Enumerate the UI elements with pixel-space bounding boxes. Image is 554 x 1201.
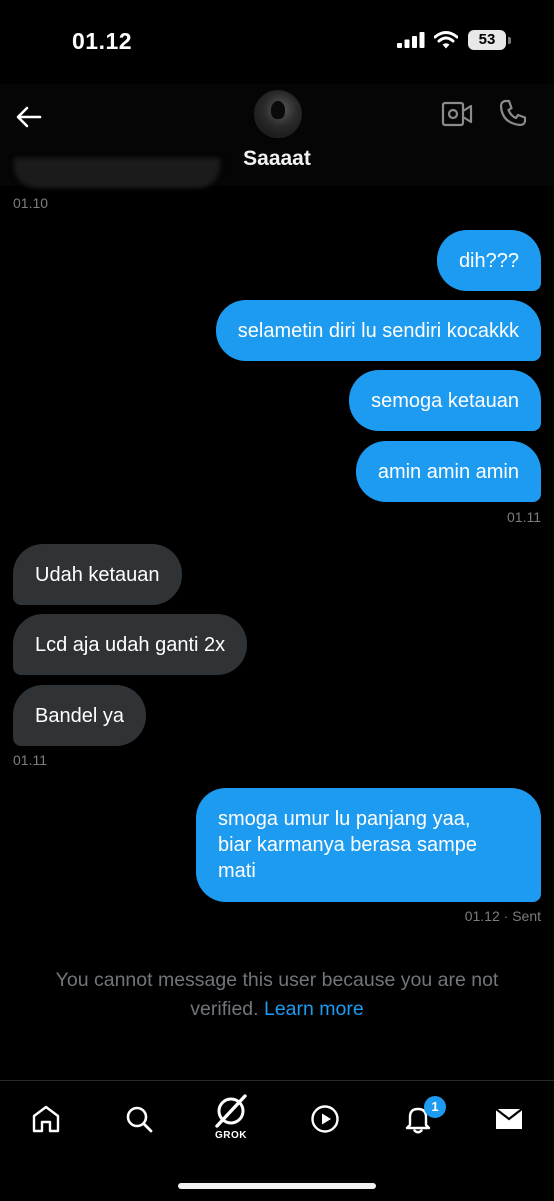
video-play-icon <box>311 1105 339 1133</box>
contact-avatar[interactable] <box>254 90 302 138</box>
sent-message-bubble[interactable]: amin amin amin <box>355 441 541 502</box>
verification-notice: You cannot message this user because you… <box>20 966 534 1024</box>
message-timestamp: 01.11 <box>13 752 47 768</box>
sent-message-bubble[interactable]: dih??? <box>436 230 541 291</box>
message-line: biar karmanya berasa sampe <box>218 834 478 856</box>
notifications-badge: 1 <box>424 1096 446 1118</box>
tab-search[interactable] <box>119 1099 159 1139</box>
tab-messages[interactable] <box>489 1099 529 1139</box>
messages-envelope-icon <box>495 1108 523 1129</box>
sent-message-bubble[interactable]: selametin diri lu sendiri kocakkk <box>215 300 541 361</box>
message-timestamp-sent-status: 01.12 · Sent <box>464 908 541 924</box>
grok-icon <box>215 1094 247 1128</box>
home-icon <box>32 1105 60 1133</box>
battery-indicator: 53 <box>468 30 506 50</box>
status-time: 01.12 <box>72 28 133 54</box>
tab-video[interactable] <box>305 1099 345 1139</box>
learn-more-link[interactable]: Learn more <box>264 998 364 1020</box>
message-line: mati <box>218 860 256 882</box>
video-call-icon[interactable] <box>441 100 473 128</box>
message-line: smoga umur lu panjang yaa, <box>218 808 471 830</box>
search-icon <box>126 1106 153 1133</box>
back-arrow-icon[interactable] <box>14 102 44 132</box>
message-timestamp: 01.11 <box>507 509 541 525</box>
cellular-signal-icon <box>397 32 425 48</box>
wifi-icon <box>434 31 458 49</box>
tab-grok[interactable] <box>211 1091 251 1131</box>
grok-tab-label: GROK <box>215 1130 247 1141</box>
sent-message-bubble[interactable]: semoga ketauan <box>349 370 541 431</box>
battery-cap <box>508 37 511 44</box>
status-bar: 01.12 53 <box>0 0 554 84</box>
phone-call-icon[interactable] <box>498 98 528 128</box>
tab-home[interactable] <box>26 1099 66 1139</box>
received-message-bubble[interactable]: Udah ketauan <box>13 544 182 605</box>
received-message-bubble[interactable]: Lcd aja udah ganti 2x <box>13 614 248 675</box>
received-message-bubble[interactable]: Bandel ya <box>13 685 146 746</box>
message-timestamp: 01.10 <box>13 195 49 211</box>
home-indicator[interactable] <box>178 1183 376 1189</box>
sent-message-bubble[interactable]: smoga umur lu panjang yaa, biar karmanya… <box>196 788 541 902</box>
previous-message-bubble <box>14 158 220 188</box>
